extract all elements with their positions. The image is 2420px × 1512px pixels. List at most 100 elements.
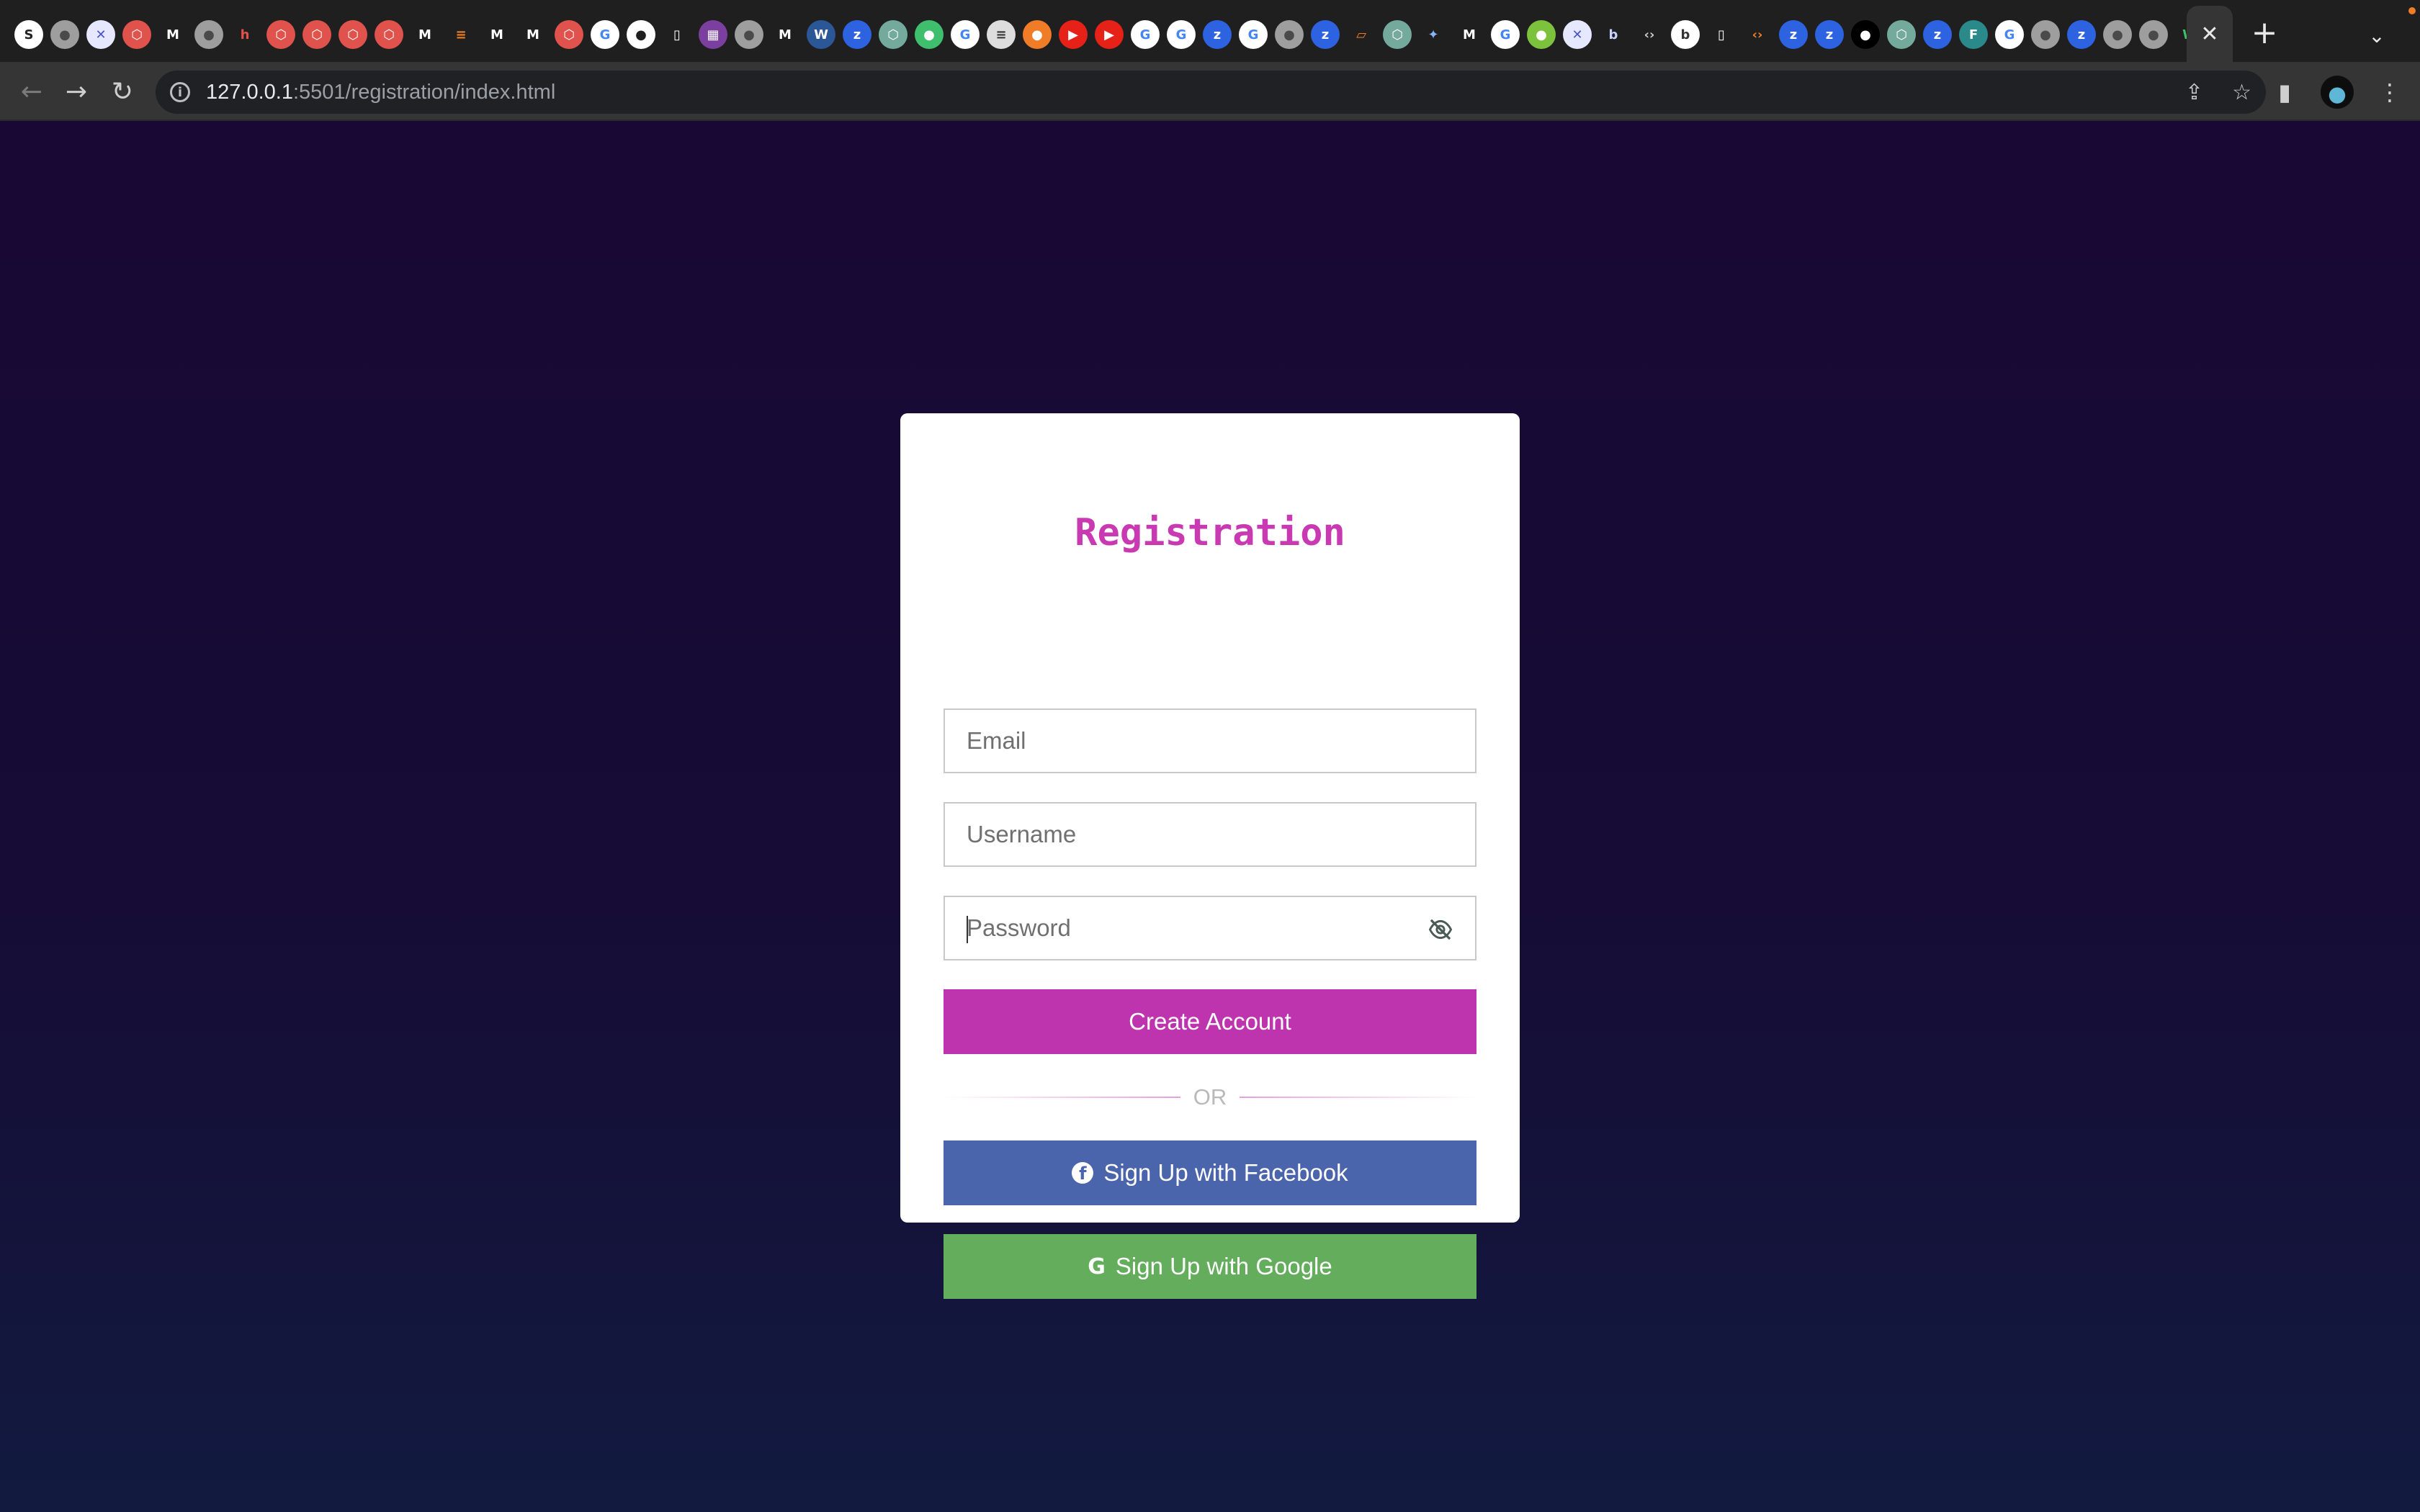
share-icon[interactable]: ⇪ <box>2185 80 2203 105</box>
username-input[interactable] <box>945 804 1475 865</box>
openai-red-favicon-icon[interactable]: ⬡ <box>375 20 403 49</box>
globe-favicon-icon[interactable]: ● <box>2139 20 2168 49</box>
create-account-label: Create Account <box>1129 1008 1291 1035</box>
openai-red-favicon-icon[interactable]: ⬡ <box>266 20 295 49</box>
create-account-button[interactable]: Create Account <box>944 989 1476 1054</box>
registration-card: Registration Create Account OR f <box>900 413 1520 1299</box>
email-field[interactable] <box>944 708 1476 773</box>
facebook-signup-button[interactable]: f Sign Up with Facebook <box>944 1140 1476 1205</box>
b-favicon-icon[interactable]: b <box>1599 20 1628 49</box>
globe-favicon-icon[interactable]: ● <box>50 20 79 49</box>
tools-favicon-icon[interactable]: ✕ <box>86 20 115 49</box>
password-input[interactable] <box>945 897 1475 959</box>
google-signup-button[interactable]: G Sign Up with Google <box>944 1234 1476 1299</box>
medium-favicon-icon[interactable]: M <box>158 20 187 49</box>
http-favicon-icon[interactable]: h <box>230 20 259 49</box>
bookmark-star-icon[interactable]: ☆ <box>2232 80 2251 105</box>
medium-favicon-icon[interactable]: M <box>519 20 547 49</box>
word-favicon-icon[interactable]: W <box>807 20 835 49</box>
chatgpt-favicon-icon[interactable]: ⬡ <box>879 20 908 49</box>
side-panel-icon[interactable]: ▮ <box>2269 78 2300 106</box>
tools-favicon-icon[interactable]: ✕ <box>1563 20 1592 49</box>
tab-search-icon[interactable]: ⌄ <box>2360 19 2394 53</box>
google-favicon-icon[interactable]: G <box>1167 20 1196 49</box>
close-tab-icon[interactable]: ✕ <box>2200 22 2218 47</box>
tab-strip: S ● ✕ ⬡ M ● h ⬡ ⬡ ⬡ ⬡ M ≡ M M ⬡ G ● ▯ ▦ ● M Wz ⬡ ● G ≡ ● ▶ ▶ G Gz G ● z ▱ ⬡ ✦… <box>0 0 2420 62</box>
openai-red-favicon-icon[interactable]: ⬡ <box>339 20 367 49</box>
globe-favicon-icon[interactable]: ● <box>2103 20 2132 49</box>
page-viewport: Registration Create Account OR f <box>0 121 2420 1512</box>
doc-favicon-icon[interactable]: ▯ <box>663 20 691 49</box>
chatgpt-favicon-icon[interactable]: ⬡ <box>1887 20 1916 49</box>
youtube-favicon-icon[interactable]: ▶ <box>1095 20 1124 49</box>
stackoverflow-favicon-icon[interactable]: ≡ <box>447 20 475 49</box>
chatgpt-favicon-icon[interactable]: ⬡ <box>1383 20 1412 49</box>
medium-favicon-icon[interactable]: M <box>1455 20 1484 49</box>
zoom-favicon-icon[interactable]: z <box>843 20 871 49</box>
code-favicon-icon[interactable]: ‹› <box>1635 20 1664 49</box>
forward-button[interactable]: → <box>55 71 98 114</box>
google-favicon-icon[interactable]: G <box>1491 20 1520 49</box>
password-field[interactable] <box>944 896 1476 960</box>
divider-line-right <box>1240 1097 1476 1098</box>
reload-button[interactable]: ↻ <box>101 71 144 114</box>
browser-menu-icon[interactable]: ⋮ <box>2374 78 2406 106</box>
eye-slash-icon[interactable] <box>1428 918 1453 941</box>
github-favicon-icon[interactable]: ● <box>627 20 655 49</box>
code-favicon-icon[interactable]: ‹› <box>1743 20 1772 49</box>
duckduckgo-favicon-icon[interactable]: ● <box>1023 20 1052 49</box>
doc-favicon-icon[interactable]: ▯ <box>1707 20 1736 49</box>
url-text[interactable]: 127.0.0.1:5501/registration/index.html <box>206 81 555 104</box>
medium-dots-favicon-icon[interactable]: ● <box>1851 20 1880 49</box>
zoom-favicon-icon[interactable]: z <box>2067 20 2096 49</box>
openai-red-favicon-icon[interactable]: ⬡ <box>302 20 331 49</box>
site-info-icon[interactable]: i <box>170 82 190 102</box>
facebook-icon: f <box>1072 1162 1094 1184</box>
page-title: Registration <box>1075 511 1345 554</box>
google-favicon-icon[interactable]: G <box>1995 20 2024 49</box>
openai-red-favicon-icon[interactable]: ⬡ <box>555 20 583 49</box>
back-button[interactable]: ← <box>10 71 53 114</box>
google-favicon-icon[interactable]: G <box>1239 20 1268 49</box>
text-caret <box>967 916 968 943</box>
browser-toolbar: ← → ↻ i 127.0.0.1:5501/registration/inde… <box>0 62 2420 121</box>
globe-favicon-icon[interactable]: ● <box>735 20 763 49</box>
zoom-favicon-icon[interactable]: z <box>1815 20 1844 49</box>
medium-favicon-icon[interactable]: M <box>771 20 799 49</box>
google-favicon-icon[interactable]: G <box>951 20 980 49</box>
divider-line-left <box>944 1097 1180 1098</box>
android-favicon-icon[interactable]: ● <box>1527 20 1556 49</box>
zoom-favicon-icon[interactable]: z <box>1923 20 1952 49</box>
medium-favicon-icon[interactable]: M <box>483 20 511 49</box>
url-path: :5501/registration/index.html <box>292 80 556 104</box>
google-favicon-icon[interactable]: G <box>1131 20 1160 49</box>
f-favicon-icon[interactable]: F <box>1959 20 1988 49</box>
image-favicon-icon[interactable]: ▦ <box>699 20 727 49</box>
username-field[interactable] <box>944 802 1476 867</box>
medium-favicon-icon[interactable]: M <box>411 20 439 49</box>
db-favicon-icon[interactable]: ≡ <box>987 20 1016 49</box>
google-icon: G <box>1088 1254 1106 1279</box>
openai-red-favicon-icon[interactable]: ⬡ <box>122 20 151 49</box>
youtube-favicon-icon[interactable]: ▶ <box>1059 20 1088 49</box>
or-label: OR <box>1193 1084 1227 1110</box>
zoom-favicon-icon[interactable]: z <box>1311 20 1340 49</box>
zoom-favicon-icon[interactable]: z <box>1203 20 1232 49</box>
or-divider: OR <box>944 1083 1476 1112</box>
address-bar[interactable]: i 127.0.0.1:5501/registration/index.html… <box>156 71 2266 114</box>
profile-avatar[interactable] <box>2321 76 2354 109</box>
email-input[interactable] <box>945 710 1475 772</box>
b-favicon-icon[interactable]: b <box>1671 20 1700 49</box>
green-favicon-icon[interactable]: ● <box>915 20 944 49</box>
new-tab-button[interactable]: + <box>2247 16 2282 50</box>
globe-favicon-icon[interactable]: ● <box>194 20 223 49</box>
google-favicon-icon[interactable]: G <box>591 20 619 49</box>
orange-favicon-icon[interactable]: ▱ <box>1347 20 1376 49</box>
globe-favicon-icon[interactable]: ● <box>2031 20 2060 49</box>
active-tab[interactable]: ✕ <box>2187 6 2233 62</box>
globe-favicon-icon[interactable]: ● <box>1275 20 1304 49</box>
sketch-favicon-icon[interactable]: S <box>14 20 43 49</box>
zoom-favicon-icon[interactable]: z <box>1779 20 1808 49</box>
facebook-signup-label: Sign Up with Facebook <box>1103 1159 1348 1186</box>
gemini-favicon-icon[interactable]: ✦ <box>1419 20 1448 49</box>
